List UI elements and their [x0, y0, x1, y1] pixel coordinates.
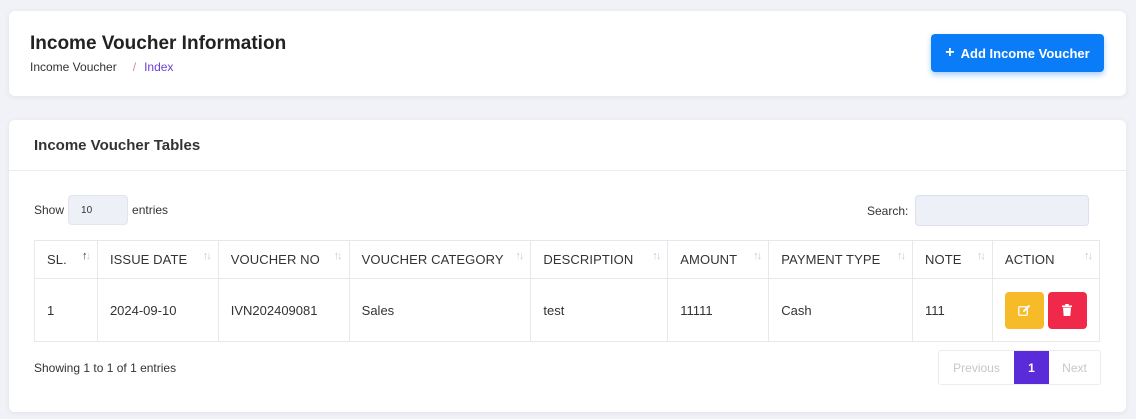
table-search: Search:: [867, 195, 1090, 226]
table-row: 1 2024-09-10 IVN202409081 Sales test 111…: [34, 278, 1101, 342]
previous-page-button[interactable]: Previous: [939, 351, 1014, 384]
sort-icon: ↑↓: [202, 250, 212, 262]
sort-icon: ↑↓: [81, 250, 91, 262]
trash-icon: [1062, 304, 1073, 316]
cell-amount: 11111: [667, 278, 770, 342]
table-info: Showing 1 to 1 of 1 entries: [34, 361, 177, 375]
add-income-voucher-button[interactable]: + Add Income Voucher: [931, 34, 1104, 72]
sort-icon: ↑↓: [1084, 250, 1093, 262]
search-input[interactable]: [915, 195, 1090, 226]
sort-icon: ↑↓: [333, 250, 343, 262]
income-voucher-table-card: Income Voucher Tables Show 10 entries Se…: [9, 120, 1126, 412]
table-card-title: Income Voucher Tables: [34, 137, 201, 154]
delete-button[interactable]: [1047, 291, 1087, 329]
column-header-amount[interactable]: AMOUNT ↑↓: [667, 240, 770, 279]
pagination: Previous 1 Next: [938, 350, 1101, 385]
cell-issue-date: 2024-09-10: [96, 278, 219, 342]
cell-note: 111: [912, 278, 993, 342]
entries-length-select[interactable]: 10: [68, 195, 129, 225]
cell-voucher-no: IVN202409081: [217, 278, 350, 342]
column-header-action[interactable]: ACTION ↑↓: [991, 240, 1101, 279]
cell-voucher-category: Sales: [348, 278, 532, 342]
sort-icon: ↑↓: [897, 250, 906, 262]
cell-sl: 1: [34, 278, 98, 342]
sort-icon: ↑↓: [976, 250, 986, 262]
entries-label: entries: [132, 203, 169, 217]
column-header-description[interactable]: DESCRIPTION ↑↓: [530, 240, 669, 279]
page-header-card: Income Voucher Information Income Vouche…: [9, 11, 1126, 96]
breadcrumb-separator: /: [132, 60, 137, 74]
sort-icon: ↑↓: [515, 250, 524, 262]
cell-description: test: [530, 278, 669, 342]
breadcrumb-current: Index: [144, 60, 174, 74]
cell-payment-type: Cash: [768, 278, 913, 342]
breadcrumb: Income Voucher / Index: [30, 60, 173, 74]
show-label: Show: [34, 203, 65, 217]
edit-button[interactable]: [1004, 291, 1044, 329]
edit-icon: [1018, 304, 1031, 316]
breadcrumb-parent[interactable]: Income Voucher: [30, 60, 117, 74]
sort-icon: ↑↓: [753, 250, 762, 262]
column-header-voucher-category[interactable]: VOUCHER CATEGORY ↑↓: [348, 240, 532, 279]
entries-length-control: Show 10 entries: [34, 195, 168, 225]
column-header-voucher-no[interactable]: VOUCHER NO ↑↓: [217, 240, 350, 279]
table-header-row: SL. ↑↓ ISSUE DATE ↑↓ VOUCHER NO ↑↓ VOUCHER …: [34, 240, 1101, 279]
column-header-sl[interactable]: SL. ↑↓: [34, 240, 98, 279]
cell-action: [991, 278, 1101, 342]
plus-icon: +: [945, 44, 955, 61]
card-divider: [9, 170, 1126, 171]
column-header-payment-type[interactable]: PAYMENT TYPE ↑↓: [768, 240, 913, 279]
search-label: Search:: [867, 203, 909, 218]
column-header-issue-date[interactable]: ISSUE DATE ↑↓: [96, 240, 219, 279]
sort-icon: ↑↓: [652, 250, 661, 262]
page-1-button[interactable]: 1: [1014, 351, 1049, 384]
column-header-note[interactable]: NOTE ↑↓: [912, 240, 993, 279]
page-title: Income Voucher Information: [30, 33, 287, 54]
income-voucher-table: SL. ↑↓ ISSUE DATE ↑↓ VOUCHER NO ↑↓ VOUCHER …: [34, 240, 1101, 342]
next-page-button[interactable]: Next: [1049, 351, 1100, 384]
add-income-voucher-label: Add Income Voucher: [960, 45, 1090, 61]
